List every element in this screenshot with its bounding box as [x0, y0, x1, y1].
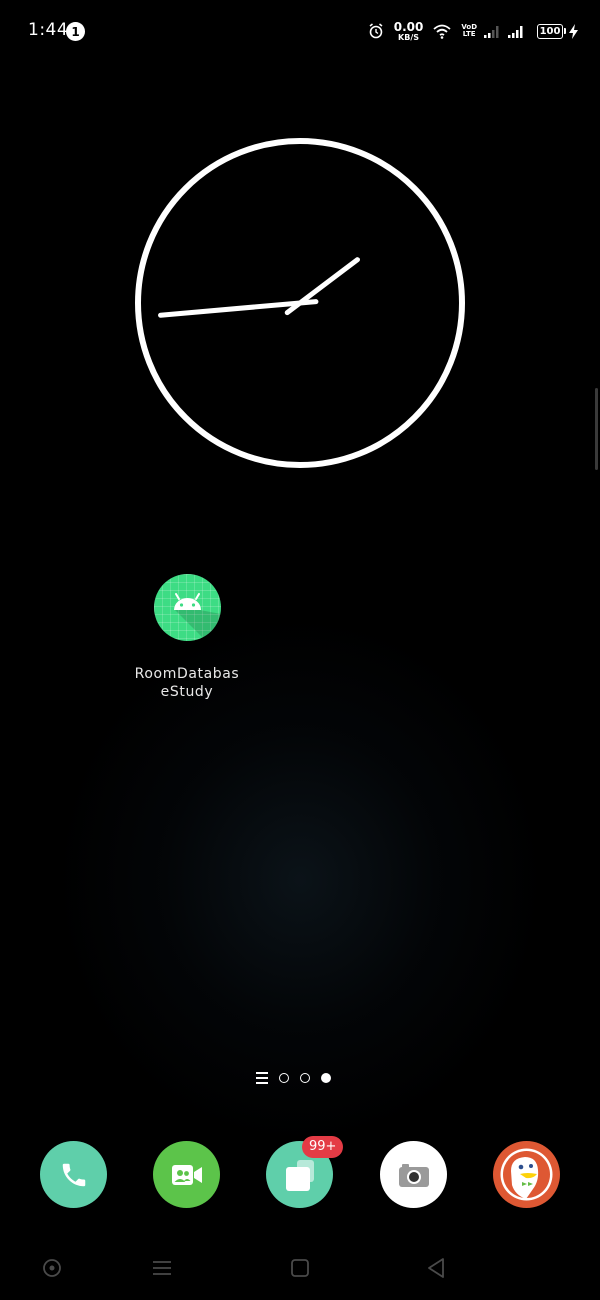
android-icon[interactable]: [153, 574, 221, 641]
wifi-icon: [433, 24, 451, 39]
battery-icon: 100: [537, 23, 566, 39]
video-call-app[interactable]: [153, 1141, 220, 1208]
phone-app[interactable]: [40, 1141, 107, 1208]
camera-icon: [398, 1163, 429, 1187]
page-dot-2[interactable]: [300, 1073, 310, 1083]
status-bar: 1:44 1 0.00 KB/S VoD LTE 100: [0, 0, 600, 62]
alarm-icon: [369, 23, 383, 39]
recents-menu-icon[interactable]: [150, 1256, 174, 1280]
assistant-icon[interactable]: [40, 1256, 64, 1280]
navigation-bar: [0, 1240, 600, 1300]
analog-clock-widget[interactable]: [134, 137, 466, 469]
network-speed-unit: KB/S: [398, 32, 420, 42]
signal-sim2-icon: [508, 26, 523, 38]
volte-bottom: LTE: [462, 30, 476, 38]
charging-icon: [569, 23, 578, 39]
wallpaper-glow: [60, 620, 540, 1140]
page-dot-1[interactable]: [279, 1073, 289, 1083]
page-indicator[interactable]: [256, 1072, 331, 1084]
home-icon[interactable]: [288, 1256, 312, 1280]
dock: [0, 1141, 600, 1209]
status-time: 1:44: [28, 20, 69, 40]
video-call-icon: [171, 1164, 202, 1185]
network-speed-value: 0.00: [393, 19, 424, 34]
messages-icon: [285, 1159, 314, 1191]
phone-icon: [62, 1163, 85, 1186]
back-icon[interactable]: [424, 1256, 448, 1280]
signal-sim1-icon: [484, 26, 499, 38]
duckduckgo-app[interactable]: [493, 1141, 560, 1208]
app-drawer-menu-icon[interactable]: [256, 1072, 268, 1084]
page-dot-3-active[interactable]: [321, 1073, 331, 1083]
status-icons: 0.00 KB/S VoD LTE 100: [368, 18, 578, 44]
battery-level: 100: [539, 25, 561, 37]
scroll-indicator: [595, 388, 598, 470]
duck-icon: [500, 1148, 553, 1201]
app-label: RoomDatabaseStudy: [134, 666, 240, 700]
app-roomdatabasestudy[interactable]: RoomDatabaseStudy: [133, 574, 241, 701]
messages-badge: 99+: [302, 1136, 344, 1158]
volte-indicator: VoD LTE: [461, 24, 477, 38]
notification-count-badge: 1: [66, 22, 85, 41]
camera-app[interactable]: [380, 1141, 447, 1208]
network-speed: 0.00 KB/S: [394, 21, 424, 42]
